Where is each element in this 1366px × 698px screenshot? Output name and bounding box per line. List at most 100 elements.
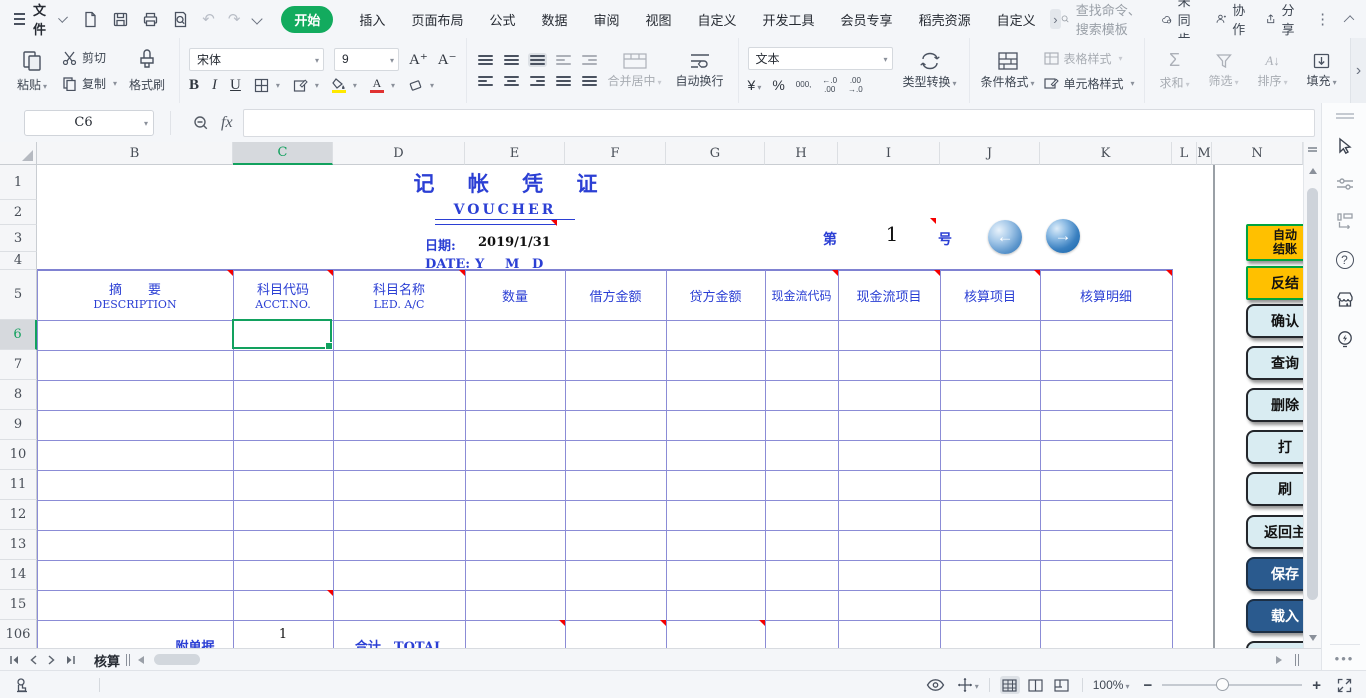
auto-close-button[interactable]: 自动 结账 — [1246, 224, 1303, 261]
type-convert-button[interactable]: 类型转换 — [900, 42, 960, 100]
select-all-corner[interactable] — [0, 142, 37, 165]
filter-button[interactable]: 筛选 — [1203, 42, 1245, 100]
copy-button[interactable]: 复制 — [62, 75, 117, 92]
pointer-tool-icon[interactable] — [1336, 137, 1354, 155]
confirm-button[interactable]: 确认 — [1246, 304, 1303, 338]
row-header-12[interactable]: 12 — [0, 500, 37, 530]
sum-button[interactable]: Σ 求和 — [1154, 42, 1196, 100]
ribbon-expand-chevron-icon[interactable] — [1350, 38, 1366, 103]
tab-membership[interactable]: 会员专享 — [841, 10, 893, 29]
merge-center-button[interactable]: 合并居中 — [606, 42, 664, 100]
decrease-indent-icon[interactable] — [554, 53, 573, 67]
column-header-K[interactable]: K — [1040, 142, 1172, 165]
name-box[interactable]: C6 — [24, 110, 154, 136]
tab-docer-resources[interactable]: 稻壳资源 — [919, 10, 971, 29]
column-header-C[interactable]: C — [233, 142, 333, 165]
currency-format-button[interactable]: ¥ — [748, 77, 762, 93]
tab-custom-1[interactable]: 自定义 — [698, 10, 737, 29]
file-menu[interactable]: 文件 — [33, 0, 52, 38]
row-header-11[interactable]: 11 — [0, 470, 37, 500]
qat-customize-caret-icon[interactable] — [252, 13, 263, 24]
eye-hide-values-icon[interactable] — [926, 678, 945, 692]
align-right-icon[interactable] — [528, 74, 547, 88]
wrap-text-button[interactable]: 自动换行 — [671, 42, 729, 100]
align-center-icon[interactable] — [502, 74, 521, 88]
column-header-D[interactable]: D — [333, 142, 465, 165]
horizontal-scrollbar-thumb[interactable] — [154, 654, 200, 665]
split-pane-handle[interactable] — [1308, 147, 1317, 149]
format-painter-button[interactable]: 格式刷 — [124, 42, 170, 100]
tab-custom-2[interactable]: 自定义 — [997, 10, 1036, 29]
share-button[interactable]: 分享 — [1266, 0, 1299, 38]
print-icon[interactable] — [142, 11, 159, 28]
fill-color-button[interactable] — [332, 78, 357, 93]
collaborate-button[interactable]: 协作 — [1216, 0, 1250, 38]
row-header-4[interactable]: 4 — [0, 252, 37, 270]
normal-view-icon[interactable] — [1000, 676, 1020, 694]
sheet-grid[interactable]: 记 帐 凭 证 VOUCHER 日期: 2019/1/31 DATE: Y M … — [37, 165, 1303, 648]
tab-page-layout[interactable]: 页面布局 — [411, 10, 463, 29]
column-header-J[interactable]: J — [940, 142, 1040, 165]
column-header-N[interactable]: N — [1212, 142, 1303, 165]
row-header-5[interactable]: 5 — [0, 270, 37, 320]
column-header-I[interactable]: I — [838, 142, 940, 165]
scroll-down-icon[interactable] — [1309, 635, 1317, 641]
tab-scroll-left-icon[interactable] — [138, 656, 144, 664]
settings-sliders-icon[interactable] — [1336, 177, 1354, 191]
table-style-button[interactable]: 表格样式 — [1044, 50, 1135, 67]
row-header-13[interactable]: 13 — [0, 530, 37, 560]
font-color-button[interactable]: A — [370, 77, 395, 93]
zoom-level-value[interactable]: 100% — [1093, 678, 1124, 692]
new-document-icon[interactable] — [82, 11, 99, 28]
reverse-close-button[interactable]: 反结 — [1246, 266, 1303, 300]
font-size-combobox[interactable]: 9 — [334, 48, 399, 71]
tab-scroll-right-icon[interactable] — [1276, 656, 1282, 664]
column-header-B[interactable]: B — [37, 142, 233, 165]
justify-icon[interactable] — [554, 74, 573, 88]
column-header-G[interactable]: G — [666, 142, 765, 165]
zoom-slider-handle[interactable] — [1216, 678, 1229, 691]
panel-drag-handle[interactable] — [1336, 113, 1354, 115]
align-top-icon[interactable] — [476, 53, 495, 67]
back-home-button[interactable]: 返回主 — [1246, 515, 1303, 549]
save-data-button[interactable]: 保存 — [1246, 557, 1303, 591]
last-sheet-icon[interactable] — [65, 655, 76, 665]
align-middle-icon[interactable] — [502, 53, 521, 67]
load-data-button[interactable]: 载入 — [1246, 599, 1303, 633]
file-menu-caret-icon[interactable] — [58, 13, 68, 23]
more-tabs-chevron-icon[interactable] — [1050, 9, 1062, 29]
tab-view[interactable]: 视图 — [646, 10, 672, 29]
zoom-slider[interactable] — [1162, 684, 1302, 686]
increase-indent-icon[interactable] — [580, 53, 599, 67]
scroll-up-icon[interactable] — [1309, 168, 1317, 174]
tab-data[interactable]: 数据 — [541, 10, 567, 29]
horizontal-scrollbar[interactable] — [150, 654, 1321, 666]
row-header-14[interactable]: 14 — [0, 560, 37, 590]
page-break-view-icon[interactable] — [1052, 676, 1072, 694]
paste-button[interactable]: 粘贴 — [9, 42, 55, 100]
zoom-formula-icon[interactable] — [193, 115, 209, 131]
column-header-H[interactable]: H — [765, 142, 838, 165]
vertical-scrollbar[interactable] — [1303, 142, 1321, 648]
vertical-scrollbar-thumb[interactable] — [1307, 188, 1318, 600]
comma-format-button[interactable]: 000, — [796, 80, 812, 89]
data-transfer-icon[interactable] — [1336, 213, 1354, 229]
number-format-combobox[interactable]: 文本 — [748, 47, 893, 70]
decrease-font-icon[interactable]: A⁻ — [438, 50, 457, 69]
panel-more-icon[interactable]: ••• — [1335, 651, 1355, 666]
selected-cell-C6[interactable] — [232, 319, 332, 349]
clear-format-button[interactable] — [408, 79, 434, 92]
next-voucher-button[interactable] — [1046, 219, 1080, 253]
column-header-L[interactable]: L — [1172, 142, 1197, 165]
conditional-format-button[interactable]: 条件格式 — [979, 42, 1037, 100]
row-header-8[interactable]: 8 — [0, 380, 37, 410]
next-sheet-icon[interactable] — [47, 655, 56, 665]
column-header-E[interactable]: E — [465, 142, 565, 165]
help-icon[interactable]: ? — [1336, 251, 1354, 269]
font-name-combobox[interactable]: 宋体 — [189, 48, 324, 71]
sheet-tab-hesuan[interactable]: 核算 — [94, 651, 120, 670]
row-header-1[interactable]: 1 — [0, 165, 37, 200]
row-header-3[interactable]: 3 — [0, 225, 37, 252]
previous-voucher-button[interactable] — [988, 220, 1022, 254]
formula-input[interactable] — [243, 109, 1315, 137]
